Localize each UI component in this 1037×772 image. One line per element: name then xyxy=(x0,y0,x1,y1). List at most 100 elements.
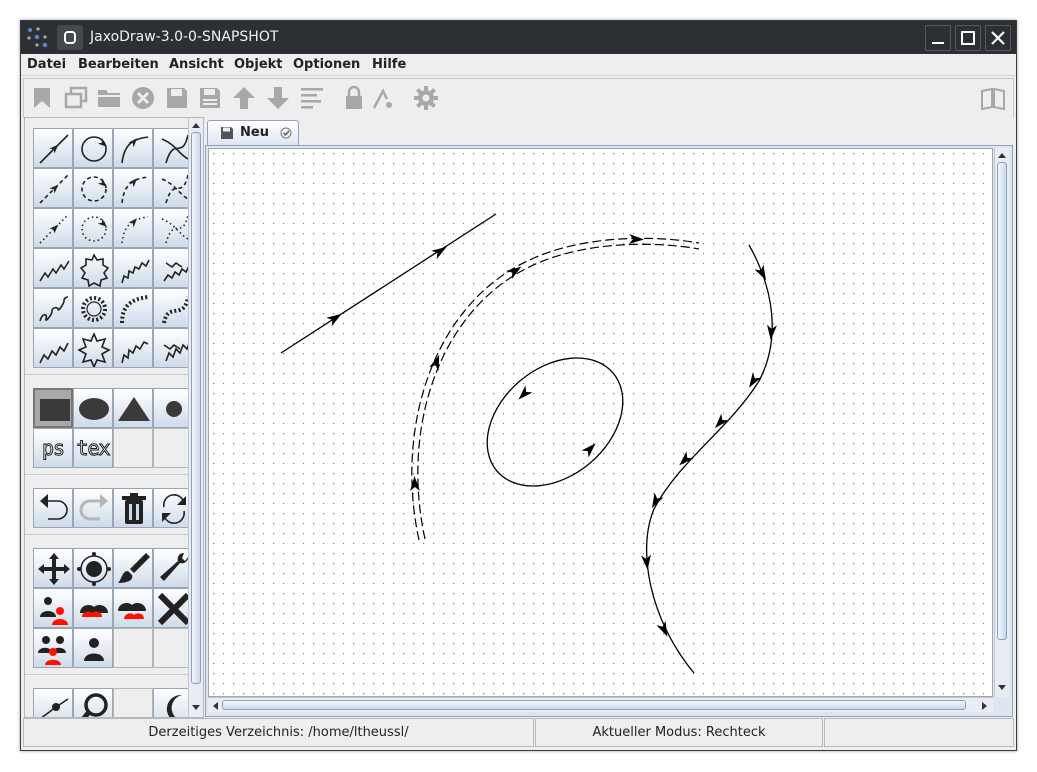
book-icon[interactable] xyxy=(980,85,1006,111)
tool-fermion-loop-button[interactable] xyxy=(73,128,113,168)
tool-scalar-arc-button[interactable] xyxy=(113,168,153,208)
tool-moon-button[interactable] xyxy=(153,688,193,717)
canvas-hscroll-thumb[interactable] xyxy=(222,700,966,710)
tool-gluon-line-button[interactable] xyxy=(33,288,73,328)
tool-ps-text-button[interactable]: ps xyxy=(33,428,73,468)
tool-fermion-arc-button[interactable] xyxy=(113,128,153,168)
tool-gluon-arc-button[interactable] xyxy=(113,288,153,328)
scroll-right-icon[interactable] xyxy=(981,701,989,711)
tool-rectangle-button[interactable] xyxy=(33,388,73,428)
close-document-icon[interactable] xyxy=(130,85,156,111)
canvas-vertical-scrollbar[interactable] xyxy=(994,148,1009,697)
tool-zigzag-loop-button[interactable] xyxy=(73,328,113,368)
scroll-up-icon[interactable] xyxy=(191,121,201,129)
tool-blob-button[interactable] xyxy=(33,688,73,717)
palette-scrollbar[interactable] xyxy=(188,118,203,717)
tool-ghost-arc-button[interactable] xyxy=(113,208,153,248)
tool-ghost-loop-button[interactable] xyxy=(73,208,113,248)
tool-scalar-line-button[interactable] xyxy=(33,168,73,208)
scroll-down-icon[interactable] xyxy=(997,684,1007,692)
zigzag-bezier-icon xyxy=(163,340,191,362)
menu-ansicht[interactable]: Ansicht xyxy=(169,57,224,72)
palette-empty-slot xyxy=(153,628,193,668)
tab-neu[interactable]: Neu xyxy=(207,120,299,145)
tool-redo-button[interactable] xyxy=(73,488,113,528)
save-as-icon[interactable] xyxy=(197,85,223,111)
tool-zigzag-bezier-button[interactable] xyxy=(153,328,193,368)
settings-icon[interactable] xyxy=(413,85,439,111)
gluon-bezier-icon xyxy=(162,296,190,324)
color-icon xyxy=(118,553,150,583)
tool-resize-button[interactable] xyxy=(73,548,113,588)
tool-move-button[interactable] xyxy=(33,548,73,588)
lock-icon[interactable] xyxy=(341,85,367,111)
grid-dots xyxy=(209,149,992,696)
menu-optionen[interactable]: Optionen xyxy=(293,57,360,72)
window-menu-button[interactable] xyxy=(57,25,83,50)
scroll-down-icon[interactable] xyxy=(191,704,201,712)
new-document-icon[interactable] xyxy=(30,85,56,111)
menu-bearbeiten[interactable]: Bearbeiten xyxy=(78,57,159,72)
tool-group-button[interactable] xyxy=(73,588,113,628)
move-down-icon[interactable] xyxy=(265,85,291,111)
edit-icon xyxy=(160,552,189,581)
tab-label: Neu xyxy=(240,125,269,140)
scroll-left-icon[interactable] xyxy=(211,701,219,711)
select-delete-icon xyxy=(157,592,191,626)
tool-tex-text-button[interactable]: tex xyxy=(73,428,113,468)
tool-color-button[interactable] xyxy=(113,548,153,588)
window-title: JaxoDraw-3.0-0-SNAPSHOT xyxy=(90,29,279,45)
scroll-up-icon[interactable] xyxy=(997,151,1007,159)
tool-zoom-button[interactable] xyxy=(73,688,113,717)
tool-edit-button[interactable] xyxy=(153,548,193,588)
tool-scalar-bezier-button[interactable] xyxy=(153,168,193,208)
tool-fermion-line-button[interactable] xyxy=(33,128,73,168)
zoom-icon xyxy=(81,693,108,717)
tool-photon-arc-button[interactable] xyxy=(113,248,153,288)
tex-label: tex xyxy=(76,436,111,461)
tool-ghost-bezier-button[interactable] xyxy=(153,208,193,248)
select-all-icon xyxy=(38,636,66,665)
maximize-button[interactable] xyxy=(955,25,981,51)
tool-zigzag-arc-button[interactable] xyxy=(113,328,153,368)
tool-vertex-button[interactable] xyxy=(153,388,193,428)
tool-refresh-button[interactable] xyxy=(153,488,193,528)
open-folder-icon[interactable] xyxy=(96,85,122,111)
document-tab-area: Neu xyxy=(205,117,1013,718)
menu-hilfe[interactable]: Hilfe xyxy=(372,57,406,72)
minimize-button[interactable] xyxy=(925,25,951,51)
tool-fermion-bezier-button[interactable] xyxy=(153,128,193,168)
grid-snap-icon[interactable] xyxy=(371,85,397,111)
move-up-icon[interactable] xyxy=(231,85,257,111)
drawing-canvas[interactable] xyxy=(208,148,993,697)
tool-zigzag-line-button[interactable] xyxy=(33,328,73,368)
tool-photon-loop-button[interactable] xyxy=(73,248,113,288)
tool-select-one-button[interactable] xyxy=(73,628,113,668)
tool-select-all-button[interactable] xyxy=(33,628,73,668)
align-icon[interactable] xyxy=(299,85,325,111)
tool-undo-button[interactable] xyxy=(33,488,73,528)
tool-gluon-bezier-button[interactable] xyxy=(153,288,193,328)
menu-datei[interactable]: Datei xyxy=(27,57,66,72)
menu-objekt[interactable]: Objekt xyxy=(234,57,283,72)
tool-select-delete-button[interactable] xyxy=(153,588,193,628)
tool-delete-button[interactable] xyxy=(113,488,153,528)
tool-scalar-loop-button[interactable] xyxy=(73,168,113,208)
tool-photon-bezier-button[interactable] xyxy=(153,248,193,288)
canvas-horizontal-scrollbar[interactable] xyxy=(208,697,993,712)
palette-scroll-thumb[interactable] xyxy=(191,132,201,684)
tab-close-icon[interactable] xyxy=(280,127,292,139)
tool-ungroup-button[interactable] xyxy=(113,588,153,628)
close-window-button[interactable] xyxy=(985,25,1011,51)
status-bar: Derzeitiges Verzeichnis: /home/ltheussl/… xyxy=(23,718,1014,748)
tool-photon-line-button[interactable] xyxy=(33,248,73,288)
tool-ellipse-button[interactable] xyxy=(73,388,113,428)
tool-ghost-line-button[interactable] xyxy=(33,208,73,248)
tool-triangle-button[interactable] xyxy=(113,388,153,428)
save-icon[interactable] xyxy=(164,85,190,111)
jaxodraw-logo-icon xyxy=(27,27,48,48)
new-window-icon[interactable] xyxy=(63,85,89,111)
tool-gluon-loop-button[interactable] xyxy=(73,288,113,328)
canvas-vscroll-thumb[interactable] xyxy=(997,162,1007,640)
tool-duplicate-button[interactable] xyxy=(33,588,73,628)
